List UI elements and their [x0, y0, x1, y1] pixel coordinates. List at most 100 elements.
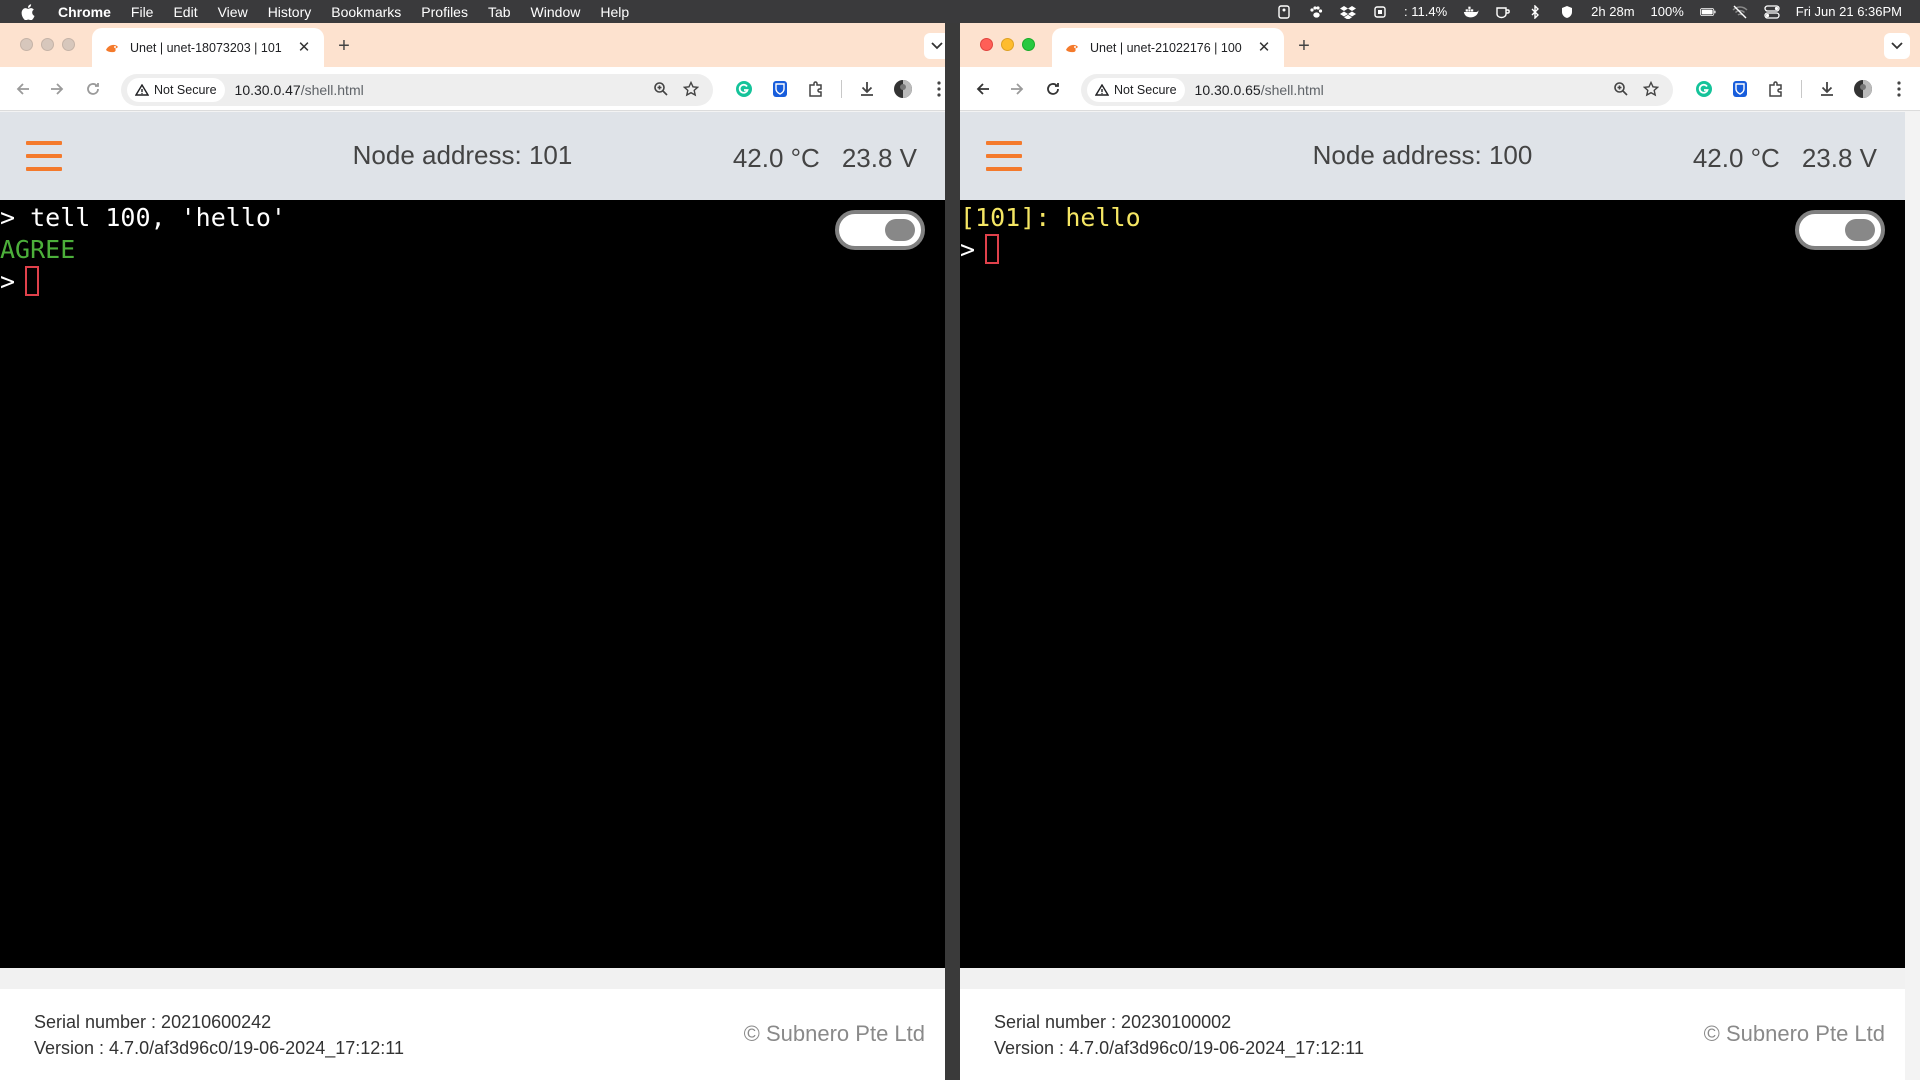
- grammarly-icon[interactable]: [1693, 78, 1715, 100]
- warning-triangle-icon: [1095, 84, 1109, 96]
- battery-icon[interactable]: [1699, 5, 1716, 19]
- terminal-prompt-line[interactable]: >: [960, 234, 1905, 266]
- menu-edit[interactable]: Edit: [173, 4, 197, 20]
- paw-icon[interactable]: [1308, 5, 1324, 19]
- copyright-text: © Subnero Pte Ltd: [1703, 1021, 1885, 1046]
- page-footer: Serial number : 20210600242 Version : 4.…: [0, 989, 945, 1080]
- close-window-button[interactable]: [980, 38, 993, 51]
- footer-separator: [960, 968, 1905, 989]
- wifi-off-icon[interactable]: [1732, 5, 1748, 19]
- zoom-icon[interactable]: [653, 81, 669, 100]
- version-string: Version : 4.7.0/af3d96c0/19-06-2024_17:1…: [34, 1038, 404, 1058]
- forward-button[interactable]: [1006, 78, 1028, 100]
- window-divider: [945, 23, 960, 1080]
- profile-avatar-icon[interactable]: [1852, 78, 1874, 100]
- close-window-button[interactable]: [20, 38, 33, 51]
- terminal-toggle-switch[interactable]: [835, 210, 925, 250]
- shell-terminal[interactable]: [101]: hello >: [960, 200, 1905, 968]
- terminal-prompt: >: [960, 235, 976, 264]
- version-string: Version : 4.7.0/af3d96c0/19-06-2024_17:1…: [994, 1038, 1364, 1058]
- node-metrics: 42.0 °C 23.8 V: [1693, 143, 1877, 174]
- bluetooth-icon[interactable]: [1527, 4, 1543, 19]
- reload-button[interactable]: [1042, 78, 1064, 100]
- extensions-row: [1693, 78, 1910, 100]
- puzzle-extension-icon[interactable]: [805, 78, 827, 100]
- voltage-reading: 23.8 V: [1801, 143, 1877, 173]
- shell-terminal[interactable]: > tell 100, 'hello' AGREE >: [0, 200, 945, 968]
- temperature-reading: 42.0 °C: [1692, 143, 1780, 173]
- minimize-window-button[interactable]: [1001, 38, 1014, 51]
- tab-close-icon[interactable]: ✕: [296, 39, 312, 56]
- cpu-usage-text: : 11.4%: [1404, 4, 1448, 19]
- tab-strip: Unet | unet-18073203 | 101 ✕ +: [0, 23, 960, 67]
- menu-bookmarks[interactable]: Bookmarks: [331, 4, 401, 20]
- security-chip-label: Not Secure: [1114, 83, 1177, 97]
- battery-percent-text: 100%: [1650, 4, 1684, 19]
- grammarly-icon[interactable]: [733, 78, 755, 100]
- reload-button[interactable]: [82, 78, 104, 100]
- back-button[interactable]: [972, 78, 994, 100]
- bitwarden-icon[interactable]: [1729, 78, 1751, 100]
- puzzle-extension-icon[interactable]: [1765, 78, 1787, 100]
- battery-time-text: 2h 28m: [1591, 4, 1635, 19]
- chrome-menu-icon[interactable]: [1888, 78, 1910, 100]
- zoom-window-button[interactable]: [62, 38, 75, 51]
- control-center-icon[interactable]: [1764, 4, 1780, 19]
- terminal-toggle-switch[interactable]: [1795, 210, 1885, 250]
- new-tab-button[interactable]: +: [335, 36, 353, 56]
- date-time-text[interactable]: Fri Jun 21 6:36PM: [1796, 4, 1902, 19]
- bookmark-star-icon[interactable]: [682, 80, 700, 100]
- docker-icon[interactable]: [1463, 5, 1479, 19]
- back-button[interactable]: [12, 78, 34, 100]
- node-metrics: 42.0 °C 23.8 V: [733, 143, 917, 174]
- minimize-window-button[interactable]: [41, 38, 54, 51]
- dropbox-icon[interactable]: [1340, 5, 1357, 19]
- menu-help[interactable]: Help: [600, 4, 629, 20]
- url-host: 10.30.0.47: [234, 82, 301, 98]
- window-controls: [20, 38, 75, 51]
- menu-tab[interactable]: Tab: [488, 4, 511, 20]
- security-chip[interactable]: Not Secure: [1087, 78, 1185, 102]
- bookmark-star-icon[interactable]: [1642, 80, 1660, 100]
- download-icon[interactable]: [856, 78, 878, 100]
- forward-button[interactable]: [46, 78, 68, 100]
- address-bar[interactable]: Not Secure 10.30.0.65/shell.html: [1081, 74, 1673, 106]
- download-icon[interactable]: [1816, 78, 1838, 100]
- profile-avatar-icon[interactable]: [892, 78, 914, 100]
- menu-view[interactable]: View: [218, 4, 248, 20]
- browser-toolbar: Not Secure 10.30.0.47/shell.html: [0, 67, 960, 111]
- device-info: Serial number : 20210600242 Version : 4.…: [34, 1009, 404, 1061]
- bitwarden-icon[interactable]: [769, 78, 791, 100]
- menu-app-chrome[interactable]: Chrome: [58, 4, 111, 20]
- unet-favicon-icon: [104, 40, 120, 56]
- url-path: /shell.html: [1260, 82, 1324, 98]
- browser-tab-active[interactable]: Unet | unet-21022176 | 100 ✕: [1052, 28, 1284, 67]
- cpu-monitor-icon[interactable]: [1372, 5, 1388, 19]
- menu-window[interactable]: Window: [531, 4, 581, 20]
- apple-logo-icon[interactable]: [20, 3, 36, 21]
- tab-close-icon[interactable]: ✕: [1256, 39, 1272, 56]
- menu-file[interactable]: File: [131, 4, 154, 20]
- toolbar-separator: [841, 80, 842, 98]
- menu-history[interactable]: History: [268, 4, 312, 20]
- url-host: 10.30.0.65: [1194, 82, 1261, 98]
- terminal-prompt-line[interactable]: >: [0, 266, 945, 298]
- device-info: Serial number : 20230100002 Version : 4.…: [994, 1009, 1364, 1061]
- security-chip[interactable]: Not Secure: [127, 78, 225, 102]
- shield-icon[interactable]: [1559, 5, 1575, 19]
- browser-window-left: Unet | unet-18073203 | 101 ✕ + Not Secur…: [0, 23, 960, 1080]
- tab-title: Unet | unet-18073203 | 101: [130, 40, 282, 55]
- address-bar[interactable]: Not Secure 10.30.0.47/shell.html: [121, 74, 713, 106]
- footer-separator: [0, 968, 945, 989]
- accessibility-status-icon[interactable]: [1276, 4, 1292, 19]
- terminal-prompt: >: [0, 267, 16, 296]
- zoom-icon[interactable]: [1613, 81, 1629, 100]
- warning-triangle-icon: [135, 84, 149, 96]
- zoom-window-button[interactable]: [1022, 38, 1035, 51]
- coffee-cup-icon[interactable]: [1495, 5, 1511, 19]
- menu-profiles[interactable]: Profiles: [421, 4, 468, 20]
- tab-search-button[interactable]: [1884, 33, 1910, 59]
- app-header: Node address: 100 42.0 °C 23.8 V: [960, 112, 1905, 200]
- new-tab-button[interactable]: +: [1295, 36, 1313, 56]
- browser-tab-active[interactable]: Unet | unet-18073203 | 101 ✕: [92, 28, 324, 67]
